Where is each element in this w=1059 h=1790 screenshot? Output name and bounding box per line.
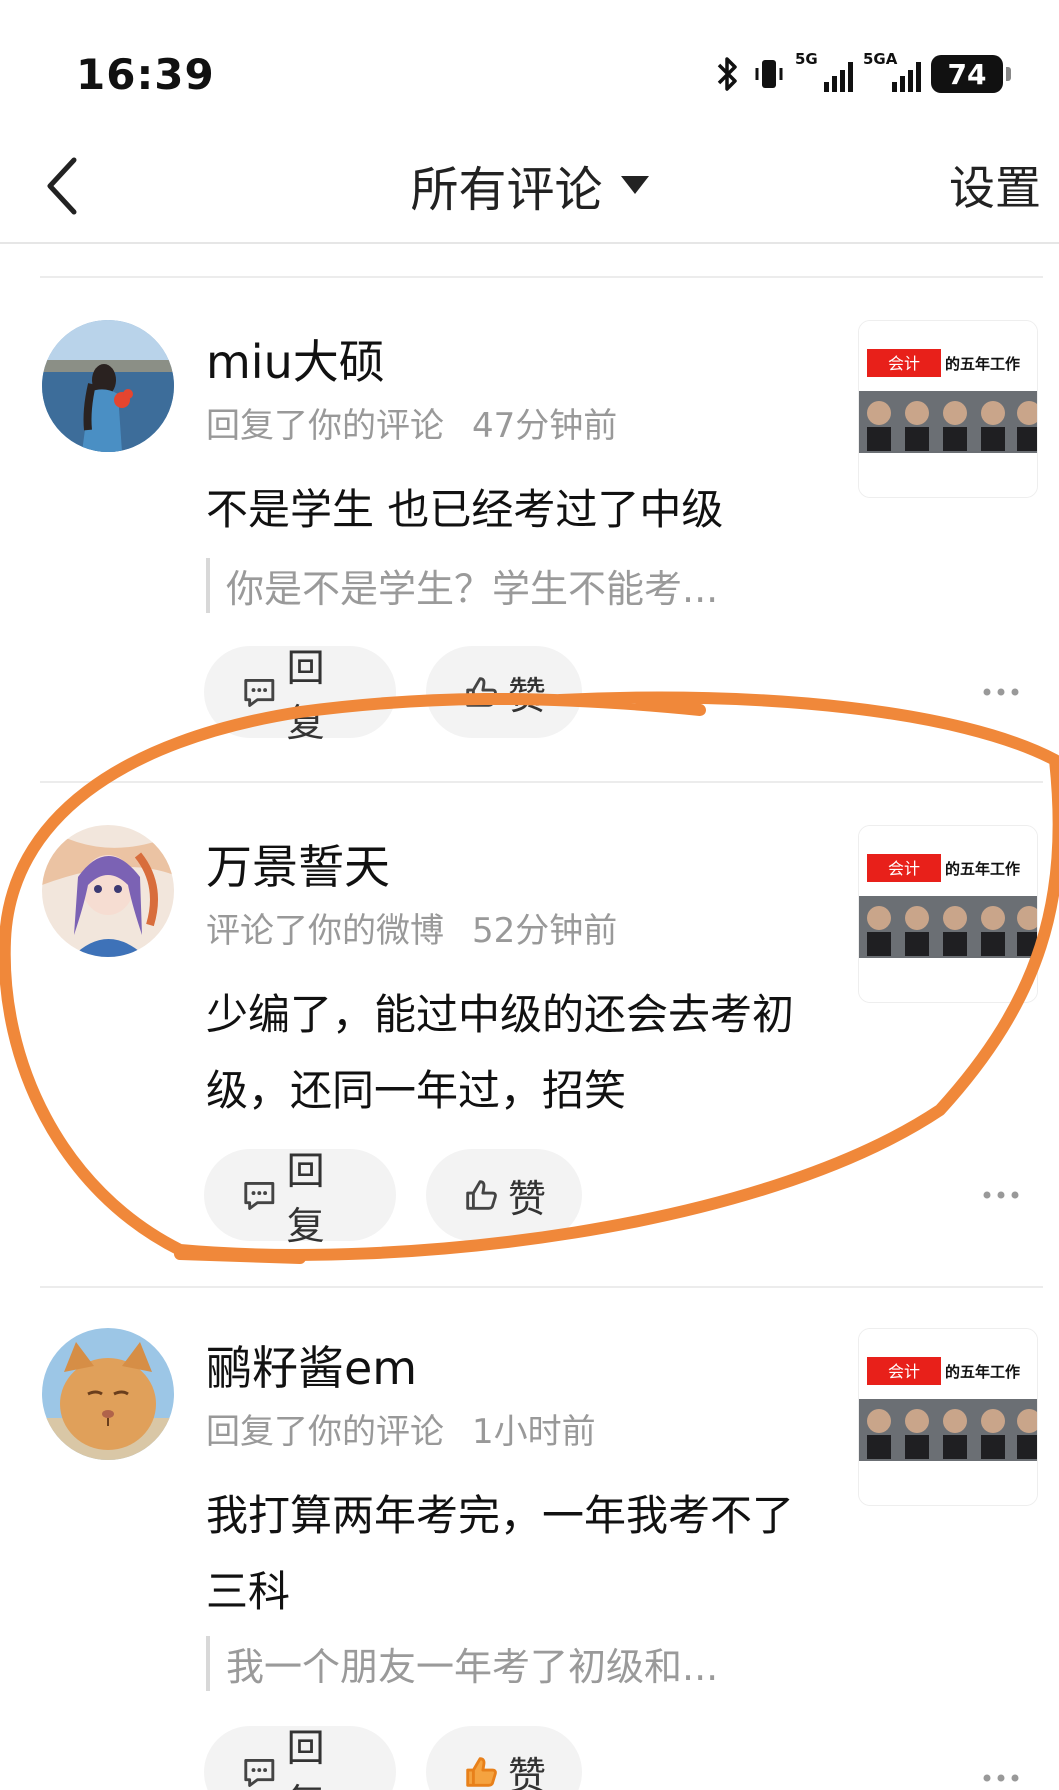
reply-button[interactable]: 回复 [204, 646, 396, 745]
status-bar: 16:39 5G 5GA 74 [0, 0, 1059, 150]
timestamp: 1小时前 [472, 1412, 596, 1452]
reply-label: 回复 [286, 646, 325, 745]
more-options-icon[interactable] [981, 686, 1021, 698]
like-button[interactable]: 赞 [426, 646, 582, 738]
status-icons: 5G 5GA 74 [711, 50, 1011, 96]
settings-link[interactable]: 设置 [949, 152, 1041, 218]
thumbs-up-icon [466, 677, 497, 707]
page-title: 所有评论 [410, 162, 603, 218]
battery-indicator: 74 [931, 55, 1011, 93]
comment-actions: 回复 赞 [204, 1726, 582, 1790]
comment-text: 不是学生 也已经考过了中级 [206, 485, 724, 534]
comment-item: 鹂籽酱em 回复了你的评论 1小时前 我打算两年考完，一年我考不了三科 我一个朋友… [0, 1286, 1059, 1790]
svg-text:的五年工作: 的五年工作 [945, 355, 1020, 373]
username[interactable]: 万景誓天 [206, 831, 390, 897]
nav-bar: 所有评论 设置 [0, 140, 1059, 244]
comment-meta: 回复了你的评论 1小时前 [206, 1404, 596, 1453]
reply-label: 回复 [286, 1726, 325, 1790]
comment-actions: 回复 赞 [204, 646, 582, 745]
comment-item: 万景誓天 评论了你的微博 52分钟前 少编了，能过中级的还会去考初级，还同一年过，… [0, 781, 1059, 1286]
post-thumbnail[interactable]: 会计 的五年工作 [858, 825, 1038, 1003]
caret-down-icon [620, 176, 649, 194]
thumbs-up-icon [466, 1757, 497, 1787]
action-text: 回复了你的评论 [206, 406, 444, 446]
like-label: 赞 [507, 1176, 546, 1221]
like-label: 赞 [507, 673, 546, 718]
vibrate-icon [755, 60, 783, 88]
svg-text:会计: 会计 [888, 859, 920, 878]
avatar[interactable] [42, 320, 174, 452]
bluetooth-icon [717, 57, 737, 91]
signal-5g-icon: 5G [795, 50, 853, 94]
action-text: 评论了你的微博 [206, 911, 444, 951]
more-options-icon[interactable] [981, 1772, 1021, 1784]
svg-text:的五年工作: 的五年工作 [945, 1363, 1020, 1381]
username[interactable]: miu大硕 [206, 326, 385, 392]
reply-icon [244, 678, 275, 707]
thumbnail-image: 会计 的五年工作 [859, 826, 1037, 1002]
action-text: 回复了你的评论 [206, 1412, 444, 1452]
like-label: 赞 [507, 1753, 546, 1790]
quoted-comment[interactable]: 你是不是学生？学生不能考... [206, 558, 718, 613]
quoted-comment[interactable]: 我一个朋友一年考了初级和... [206, 1636, 718, 1691]
status-time: 16:39 [76, 50, 215, 99]
reply-button[interactable]: 回复 [204, 1726, 396, 1790]
comment-meta: 评论了你的微博 52分钟前 [206, 903, 617, 952]
post-thumbnail[interactable]: 会计 的五年工作 [858, 320, 1038, 498]
comment-item: miu大硕 回复了你的评论 47分钟前 不是学生 也已经考过了中级 你是不是学生？… [0, 276, 1059, 781]
more-options-icon[interactable] [981, 1189, 1021, 1201]
thumbs-up-icon [466, 1180, 497, 1210]
avatar[interactable] [42, 1328, 174, 1460]
reply-icon [244, 1181, 275, 1210]
comment-meta: 回复了你的评论 47分钟前 [206, 398, 617, 447]
comment-actions: 回复 赞 [204, 1149, 582, 1248]
username[interactable]: 鹂籽酱em [206, 1332, 417, 1398]
post-thumbnail[interactable]: 会计 的五年工作 [858, 1328, 1038, 1506]
like-button[interactable]: 赞 [426, 1726, 582, 1790]
thumbnail-image: 会计 的五年工作 [859, 1329, 1037, 1505]
thumbnail-image: 会计 的五年工作 [859, 321, 1037, 497]
svg-text:会计: 会计 [888, 1362, 920, 1381]
like-button[interactable]: 赞 [426, 1149, 582, 1241]
reply-icon [244, 1758, 275, 1787]
svg-text:的五年工作: 的五年工作 [945, 860, 1020, 878]
timestamp: 52分钟前 [472, 911, 618, 951]
reply-label: 回复 [286, 1149, 325, 1248]
signal-5ga-icon: 5GA [863, 50, 921, 94]
svg-text:会计: 会计 [888, 354, 920, 373]
reply-button[interactable]: 回复 [204, 1149, 396, 1248]
comment-text: 我打算两年考完，一年我考不了三科 [206, 1491, 795, 1616]
comment-text: 少编了，能过中级的还会去考初级，还同一年过，招笑 [206, 990, 795, 1115]
comment-filter-dropdown[interactable]: 所有评论 [0, 150, 1059, 220]
timestamp: 47分钟前 [472, 406, 618, 446]
avatar[interactable] [42, 825, 174, 957]
